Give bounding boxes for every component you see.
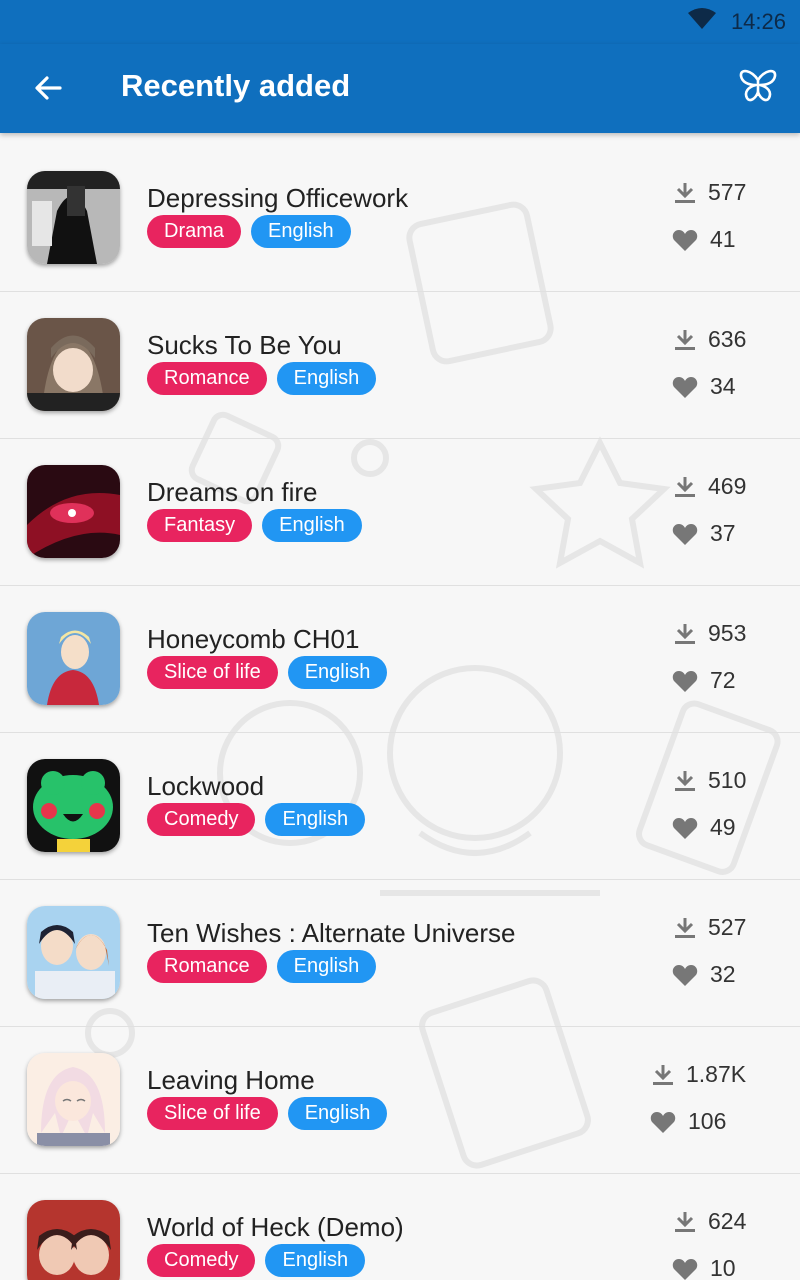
language-tag: English xyxy=(265,1244,366,1277)
download-count: 636 xyxy=(674,326,746,353)
story-title: Dreams on fire xyxy=(147,477,318,507)
wifi-icon xyxy=(687,7,717,36)
download-icon xyxy=(652,1063,674,1087)
arrow-left-icon xyxy=(33,73,63,108)
language-tag: English xyxy=(276,950,377,983)
heart-icon xyxy=(672,228,698,252)
list-item[interactable]: Honeycomb CH01 Slice of life English 953… xyxy=(0,586,800,733)
like-count: 106 xyxy=(650,1108,726,1135)
heart-icon xyxy=(672,816,698,840)
story-title: Ten Wishes : Alternate Universe xyxy=(147,918,516,948)
cover-thumbnail xyxy=(27,171,120,264)
download-icon xyxy=(674,1210,696,1234)
heart-icon xyxy=(650,1110,676,1134)
page-title: Recently added xyxy=(121,68,351,103)
heart-icon xyxy=(672,522,698,546)
story-title: Sucks To Be You xyxy=(147,330,342,360)
status-time: 14:26 xyxy=(730,8,786,34)
genre-tag: Comedy xyxy=(147,803,256,836)
download-count: 527 xyxy=(674,914,746,941)
download-icon xyxy=(674,622,696,646)
like-count: 49 xyxy=(672,814,736,841)
genre-tag: Slice of life xyxy=(147,1097,278,1130)
cover-thumbnail xyxy=(27,906,120,999)
genre-tag: Drama xyxy=(147,215,242,248)
language-tag: English xyxy=(287,656,388,689)
cover-thumbnail xyxy=(27,759,120,852)
download-icon xyxy=(674,181,696,205)
download-icon xyxy=(674,916,696,940)
download-count: 953 xyxy=(674,620,746,647)
list-item[interactable]: Sucks To Be You Romance English 636 34 xyxy=(0,292,800,439)
like-count: 32 xyxy=(672,961,736,988)
download-count: 1.87K xyxy=(652,1061,746,1088)
story-title: Leaving Home xyxy=(147,1065,315,1095)
story-title: Depressing Officework xyxy=(147,183,409,213)
back-button[interactable] xyxy=(26,68,70,112)
butterfly-icon xyxy=(738,68,778,109)
download-count: 469 xyxy=(674,473,746,500)
story-list: Depressing Officework Drama English 577 … xyxy=(0,145,800,1280)
cover-thumbnail xyxy=(27,612,120,705)
heart-icon xyxy=(672,1257,698,1280)
like-count: 41 xyxy=(672,226,736,253)
download-count: 624 xyxy=(674,1208,746,1235)
download-icon xyxy=(674,475,696,499)
language-tag: English xyxy=(251,215,351,248)
language-tag: English xyxy=(265,803,366,836)
heart-icon xyxy=(672,669,698,693)
list-item[interactable]: Ten Wishes : Alternate Universe Romance … xyxy=(0,880,800,1027)
list-item[interactable]: Depressing Officework Drama English 577 … xyxy=(0,145,800,292)
language-tag: English xyxy=(287,1097,388,1130)
story-title: Honeycomb CH01 xyxy=(147,624,360,654)
story-title: Lockwood xyxy=(147,771,265,801)
list-item[interactable]: World of Heck (Demo) Comedy English 624 … xyxy=(0,1174,800,1280)
cover-thumbnail xyxy=(27,465,120,558)
like-count: 37 xyxy=(672,520,736,547)
butterfly-button[interactable] xyxy=(736,66,780,110)
download-count: 510 xyxy=(674,767,746,794)
status-bar: 14:26 xyxy=(0,0,800,44)
story-title: World of Heck (Demo) xyxy=(147,1212,404,1242)
cover-thumbnail xyxy=(27,318,120,411)
genre-tag: Fantasy xyxy=(147,509,253,542)
cover-thumbnail xyxy=(27,1200,120,1280)
list-item[interactable]: Dreams on fire Fantasy English 469 37 xyxy=(0,439,800,586)
heart-icon xyxy=(672,963,698,987)
like-count: 10 xyxy=(672,1255,736,1280)
like-count: 34 xyxy=(672,373,736,400)
like-count: 72 xyxy=(672,667,736,694)
heart-icon xyxy=(672,375,698,399)
language-tag: English xyxy=(262,509,362,542)
app-bar: Recently added xyxy=(0,44,800,133)
download-icon xyxy=(674,769,696,793)
download-count: 577 xyxy=(674,179,746,206)
genre-tag: Slice of life xyxy=(147,656,278,689)
genre-tag: Comedy xyxy=(147,1244,256,1277)
language-tag: English xyxy=(276,362,377,395)
genre-tag: Romance xyxy=(147,950,267,983)
genre-tag: Romance xyxy=(147,362,267,395)
list-item[interactable]: Lockwood Comedy English 510 49 xyxy=(0,733,800,880)
download-icon xyxy=(674,328,696,352)
cover-thumbnail xyxy=(27,1053,120,1146)
list-item[interactable]: Leaving Home Slice of life English 1.87K… xyxy=(0,1027,800,1174)
